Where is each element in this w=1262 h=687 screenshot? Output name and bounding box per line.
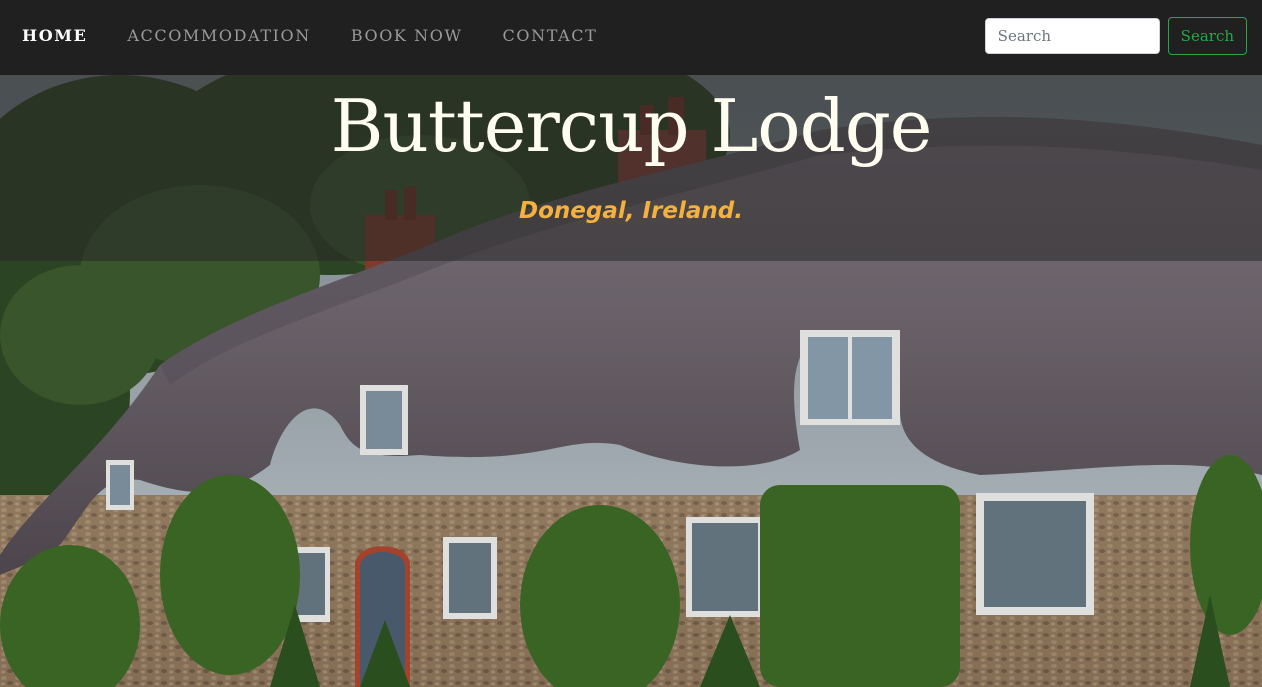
search-input[interactable] xyxy=(984,18,1160,54)
top-navbar: HOME ACCOMMODATION BOOK NOW CONTACT Sear… xyxy=(0,0,1262,75)
search-button[interactable]: Search xyxy=(1167,17,1247,55)
hero-title-band: Buttercup Lodge Donegal, Ireland. xyxy=(0,75,1262,261)
nav-link-accommodation[interactable]: ACCOMMODATION xyxy=(127,26,310,45)
site-subtitle: Donegal, Ireland. xyxy=(519,198,743,224)
nav-link-home[interactable]: HOME xyxy=(22,26,87,45)
page: HOME ACCOMMODATION BOOK NOW CONTACT Sear… xyxy=(0,0,1262,687)
nav-link-book-now[interactable]: BOOK NOW xyxy=(351,26,463,45)
nav-links: HOME ACCOMMODATION BOOK NOW CONTACT xyxy=(22,26,637,45)
nav-link-contact[interactable]: CONTACT xyxy=(503,26,598,45)
site-title: Buttercup Lodge xyxy=(330,84,933,168)
search-form: Search xyxy=(984,17,1247,55)
